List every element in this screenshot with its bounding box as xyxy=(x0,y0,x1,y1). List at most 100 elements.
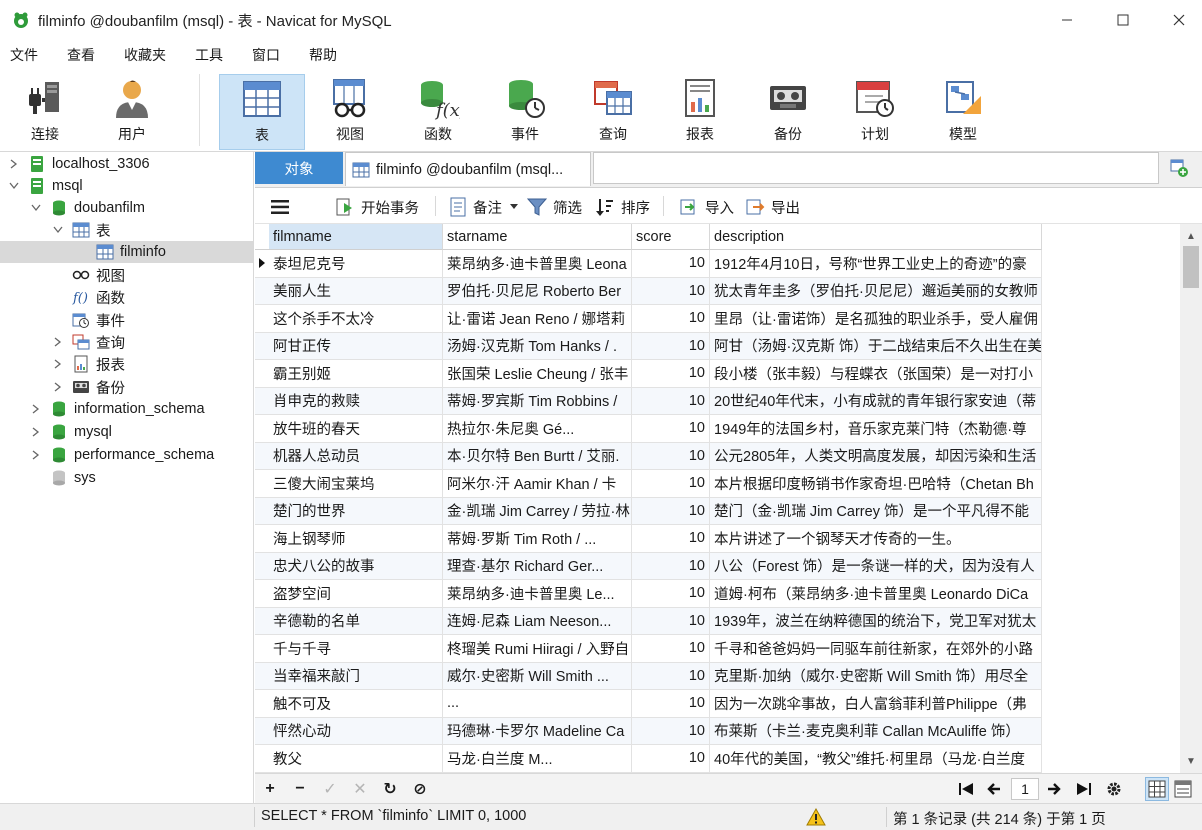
table-row[interactable]: 肖申克的救赎 蒂姆·罗宾斯 Tim Robbins /10 20世纪40年代末，小有… xyxy=(255,387,1042,415)
table-row[interactable]: 泰坦尼克号 莱昂纳多·迪卡普里奥 Leona 10 1912年4月10日，号称“世界工… xyxy=(255,250,1042,278)
cell-filmname[interactable]: 泰坦尼克号 xyxy=(269,250,443,278)
row-indicator[interactable] xyxy=(255,497,269,525)
minimize-button[interactable] xyxy=(1044,0,1090,40)
chevron-right-icon[interactable] xyxy=(30,426,42,438)
cell-starname[interactable]: 本·贝尔特 Ben Burtt / 艾丽. xyxy=(443,442,632,470)
cell-score[interactable]: 10 xyxy=(632,580,710,608)
tree-node-sys[interactable]: sys xyxy=(0,467,253,489)
refresh-button[interactable]: ↻ xyxy=(379,778,401,800)
page-number-input[interactable]: 1 xyxy=(1011,778,1039,800)
chevron-right-icon[interactable] xyxy=(30,403,42,415)
cell-filmname[interactable]: 阿甘正传 xyxy=(269,332,443,360)
table-row[interactable]: 千与千寻 柊瑠美 Rumi Hiiragi / 入野自 10 千寻和爸爸妈妈一同驱车前… xyxy=(255,635,1042,663)
scroll-down-icon[interactable]: ▼ xyxy=(1180,751,1202,771)
cell-starname[interactable]: 蒂姆·罗斯 Tim Roth / ... xyxy=(443,525,632,553)
toolbar-function-button[interactable]: f(x) 函数 xyxy=(395,74,481,150)
cell-starname[interactable]: 让·雷诺 Jean Reno / 娜塔莉 xyxy=(443,305,632,333)
tree-node-msql[interactable]: msql xyxy=(0,175,253,197)
apply-changes-button[interactable]: ✓ xyxy=(319,778,341,800)
row-indicator[interactable] xyxy=(255,717,269,745)
cell-filmname[interactable]: 肖申克的救赎 xyxy=(269,387,443,415)
table-row[interactable]: 这个杀手不太冷 让·雷诺 Jean Reno / 娜塔莉 10 里昂（让·雷诺饰）是名… xyxy=(255,305,1042,333)
cell-score[interactable]: 10 xyxy=(632,662,710,690)
filter-button[interactable]: 筛选 xyxy=(527,196,582,218)
cell-description[interactable]: 1949年的法国乡村，音乐家克莱门特（杰勒德·尊 xyxy=(710,415,1042,443)
table-row[interactable]: 触不可及... 10 因为一次跳伞事故，白人富翁菲利普Philippe（弗 xyxy=(255,690,1042,718)
cell-starname[interactable]: 蒂姆·罗宾斯 Tim Robbins / xyxy=(443,387,632,415)
cell-starname[interactable]: 汤姆·汉克斯 Tom Hanks / . xyxy=(443,332,632,360)
cell-score[interactable]: 10 xyxy=(632,497,710,525)
cell-starname[interactable]: ... xyxy=(443,690,632,718)
cell-starname[interactable]: 威尔·史密斯 Will Smith ... xyxy=(443,662,632,690)
chevron-down-icon[interactable] xyxy=(52,224,64,236)
settings-button[interactable] xyxy=(1103,778,1125,800)
cell-score[interactable]: 10 xyxy=(632,607,710,635)
cell-description[interactable]: 20世纪40年代末，小有成就的青年银行家安迪（蒂 xyxy=(710,387,1042,415)
cell-filmname[interactable]: 怦然心动 xyxy=(269,717,443,745)
cell-description[interactable]: 1912年4月10日，号称“世界工业史上的奇迹”的豪 xyxy=(710,250,1042,278)
tree-node-functions[interactable]: f() 函数 xyxy=(0,286,253,308)
vertical-scrollbar[interactable]: ▲ ▼ xyxy=(1180,224,1202,773)
row-indicator[interactable] xyxy=(255,635,269,663)
delete-record-button[interactable]: − xyxy=(289,778,311,800)
cell-score[interactable]: 10 xyxy=(632,415,710,443)
cell-score[interactable]: 10 xyxy=(632,277,710,305)
cell-description[interactable]: 1939年，波兰在纳粹德国的统治下，党卫军对犹太 xyxy=(710,607,1042,635)
cell-starname[interactable]: 莱昂纳多·迪卡普里奥 Le... xyxy=(443,580,632,608)
cell-score[interactable]: 10 xyxy=(632,552,710,580)
cell-starname[interactable]: 柊瑠美 Rumi Hiiragi / 入野自 xyxy=(443,635,632,663)
cell-filmname[interactable]: 楚门的世界 xyxy=(269,497,443,525)
cell-starname[interactable]: 莱昂纳多·迪卡普里奥 Leona xyxy=(443,250,632,278)
chevron-right-icon[interactable] xyxy=(52,381,64,393)
toolbar-table-button[interactable]: 表 xyxy=(219,74,305,150)
cell-filmname[interactable]: 霸王别姬 xyxy=(269,360,443,388)
cell-description[interactable]: 本片讲述了一个钢琴天才传奇的一生。 xyxy=(710,525,1042,553)
table-row[interactable]: 美丽人生 罗伯托·贝尼尼 Roberto Ber 10 犹太青年圭多（罗伯托·贝尼尼）… xyxy=(255,277,1042,305)
cell-description[interactable]: 布莱斯（卡兰·麦克奥利菲 Callan McAuliffe 饰） xyxy=(710,717,1042,745)
cell-score[interactable]: 10 xyxy=(632,250,710,278)
cell-starname[interactable]: 张国荣 Leslie Cheung / 张丰 xyxy=(443,360,632,388)
cell-filmname[interactable]: 辛德勒的名单 xyxy=(269,607,443,635)
tree-node-events[interactable]: 事件 xyxy=(0,309,253,331)
cell-starname[interactable]: 理查·基尔 Richard Ger... xyxy=(443,552,632,580)
cell-filmname[interactable]: 美丽人生 xyxy=(269,277,443,305)
chevron-right-icon[interactable] xyxy=(30,449,42,461)
menu-favorites[interactable]: 收藏夹 xyxy=(124,45,166,65)
cell-description[interactable]: 本片根据印度畅销书作家奇坦·巴哈特（Chetan Bh xyxy=(710,470,1042,498)
cell-description[interactable]: 40年代的美国，“教父”维托·柯里昂（马龙·白兰度 xyxy=(710,745,1042,773)
menu-window[interactable]: 窗口 xyxy=(252,45,280,65)
scrollbar-thumb[interactable] xyxy=(1183,246,1199,288)
row-indicator[interactable] xyxy=(255,415,269,443)
column-header-filmname[interactable]: filmname xyxy=(269,224,443,250)
cell-score[interactable]: 10 xyxy=(632,360,710,388)
row-indicator[interactable] xyxy=(255,470,269,498)
row-indicator[interactable] xyxy=(255,690,269,718)
last-page-button[interactable] xyxy=(1073,778,1095,800)
menu-tools[interactable]: 工具 xyxy=(195,45,223,65)
table-row[interactable]: 阿甘正传 汤姆·汉克斯 Tom Hanks / . 10 阿甘（汤姆·汉克斯 饰）于二… xyxy=(255,332,1042,360)
toolbar-user-button[interactable]: 用户 xyxy=(89,74,175,150)
table-row[interactable]: 放牛班的春天 热拉尔·朱尼奥 Gé... 10 1949年的法国乡村，音乐家克莱门特（… xyxy=(255,415,1042,443)
row-indicator[interactable] xyxy=(255,387,269,415)
cell-score[interactable]: 10 xyxy=(632,305,710,333)
add-record-button[interactable]: + xyxy=(259,778,281,800)
cell-starname[interactable]: 金·凯瑞 Jim Carrey / 劳拉·林 xyxy=(443,497,632,525)
table-row[interactable]: 楚门的世界 金·凯瑞 Jim Carrey / 劳拉·林 10 楚门（金·凯瑞 Jim… xyxy=(255,497,1042,525)
scroll-up-icon[interactable]: ▲ xyxy=(1180,226,1202,246)
row-indicator[interactable] xyxy=(255,305,269,333)
cell-score[interactable]: 10 xyxy=(632,690,710,718)
memo-button[interactable]: 备注 xyxy=(449,196,524,218)
tree-node-mysql[interactable]: mysql xyxy=(0,421,253,443)
cell-filmname[interactable]: 机器人总动员 xyxy=(269,442,443,470)
row-indicator[interactable] xyxy=(255,552,269,580)
toolbar-backup-button[interactable]: 备份 xyxy=(745,74,831,150)
cell-description[interactable]: 千寻和爸爸妈妈一同驱车前往新家，在郊外的小路 xyxy=(710,635,1042,663)
cell-filmname[interactable]: 这个杀手不太冷 xyxy=(269,305,443,333)
tree-node-performance-schema[interactable]: performance_schema xyxy=(0,444,253,466)
cell-description[interactable]: 八公（Forest 饰）是一条谜一样的犬，因为没有人 xyxy=(710,552,1042,580)
tree-node-information-schema[interactable]: information_schema xyxy=(0,398,253,420)
cell-description[interactable]: 公元2805年，人类文明高度发展，却因污染和生活 xyxy=(710,442,1042,470)
hamburger-menu-button[interactable] xyxy=(271,196,295,218)
cell-description[interactable]: 段小楼（张丰毅）与程蝶衣（张国荣）是一对打小 xyxy=(710,360,1042,388)
cell-score[interactable]: 10 xyxy=(632,470,710,498)
